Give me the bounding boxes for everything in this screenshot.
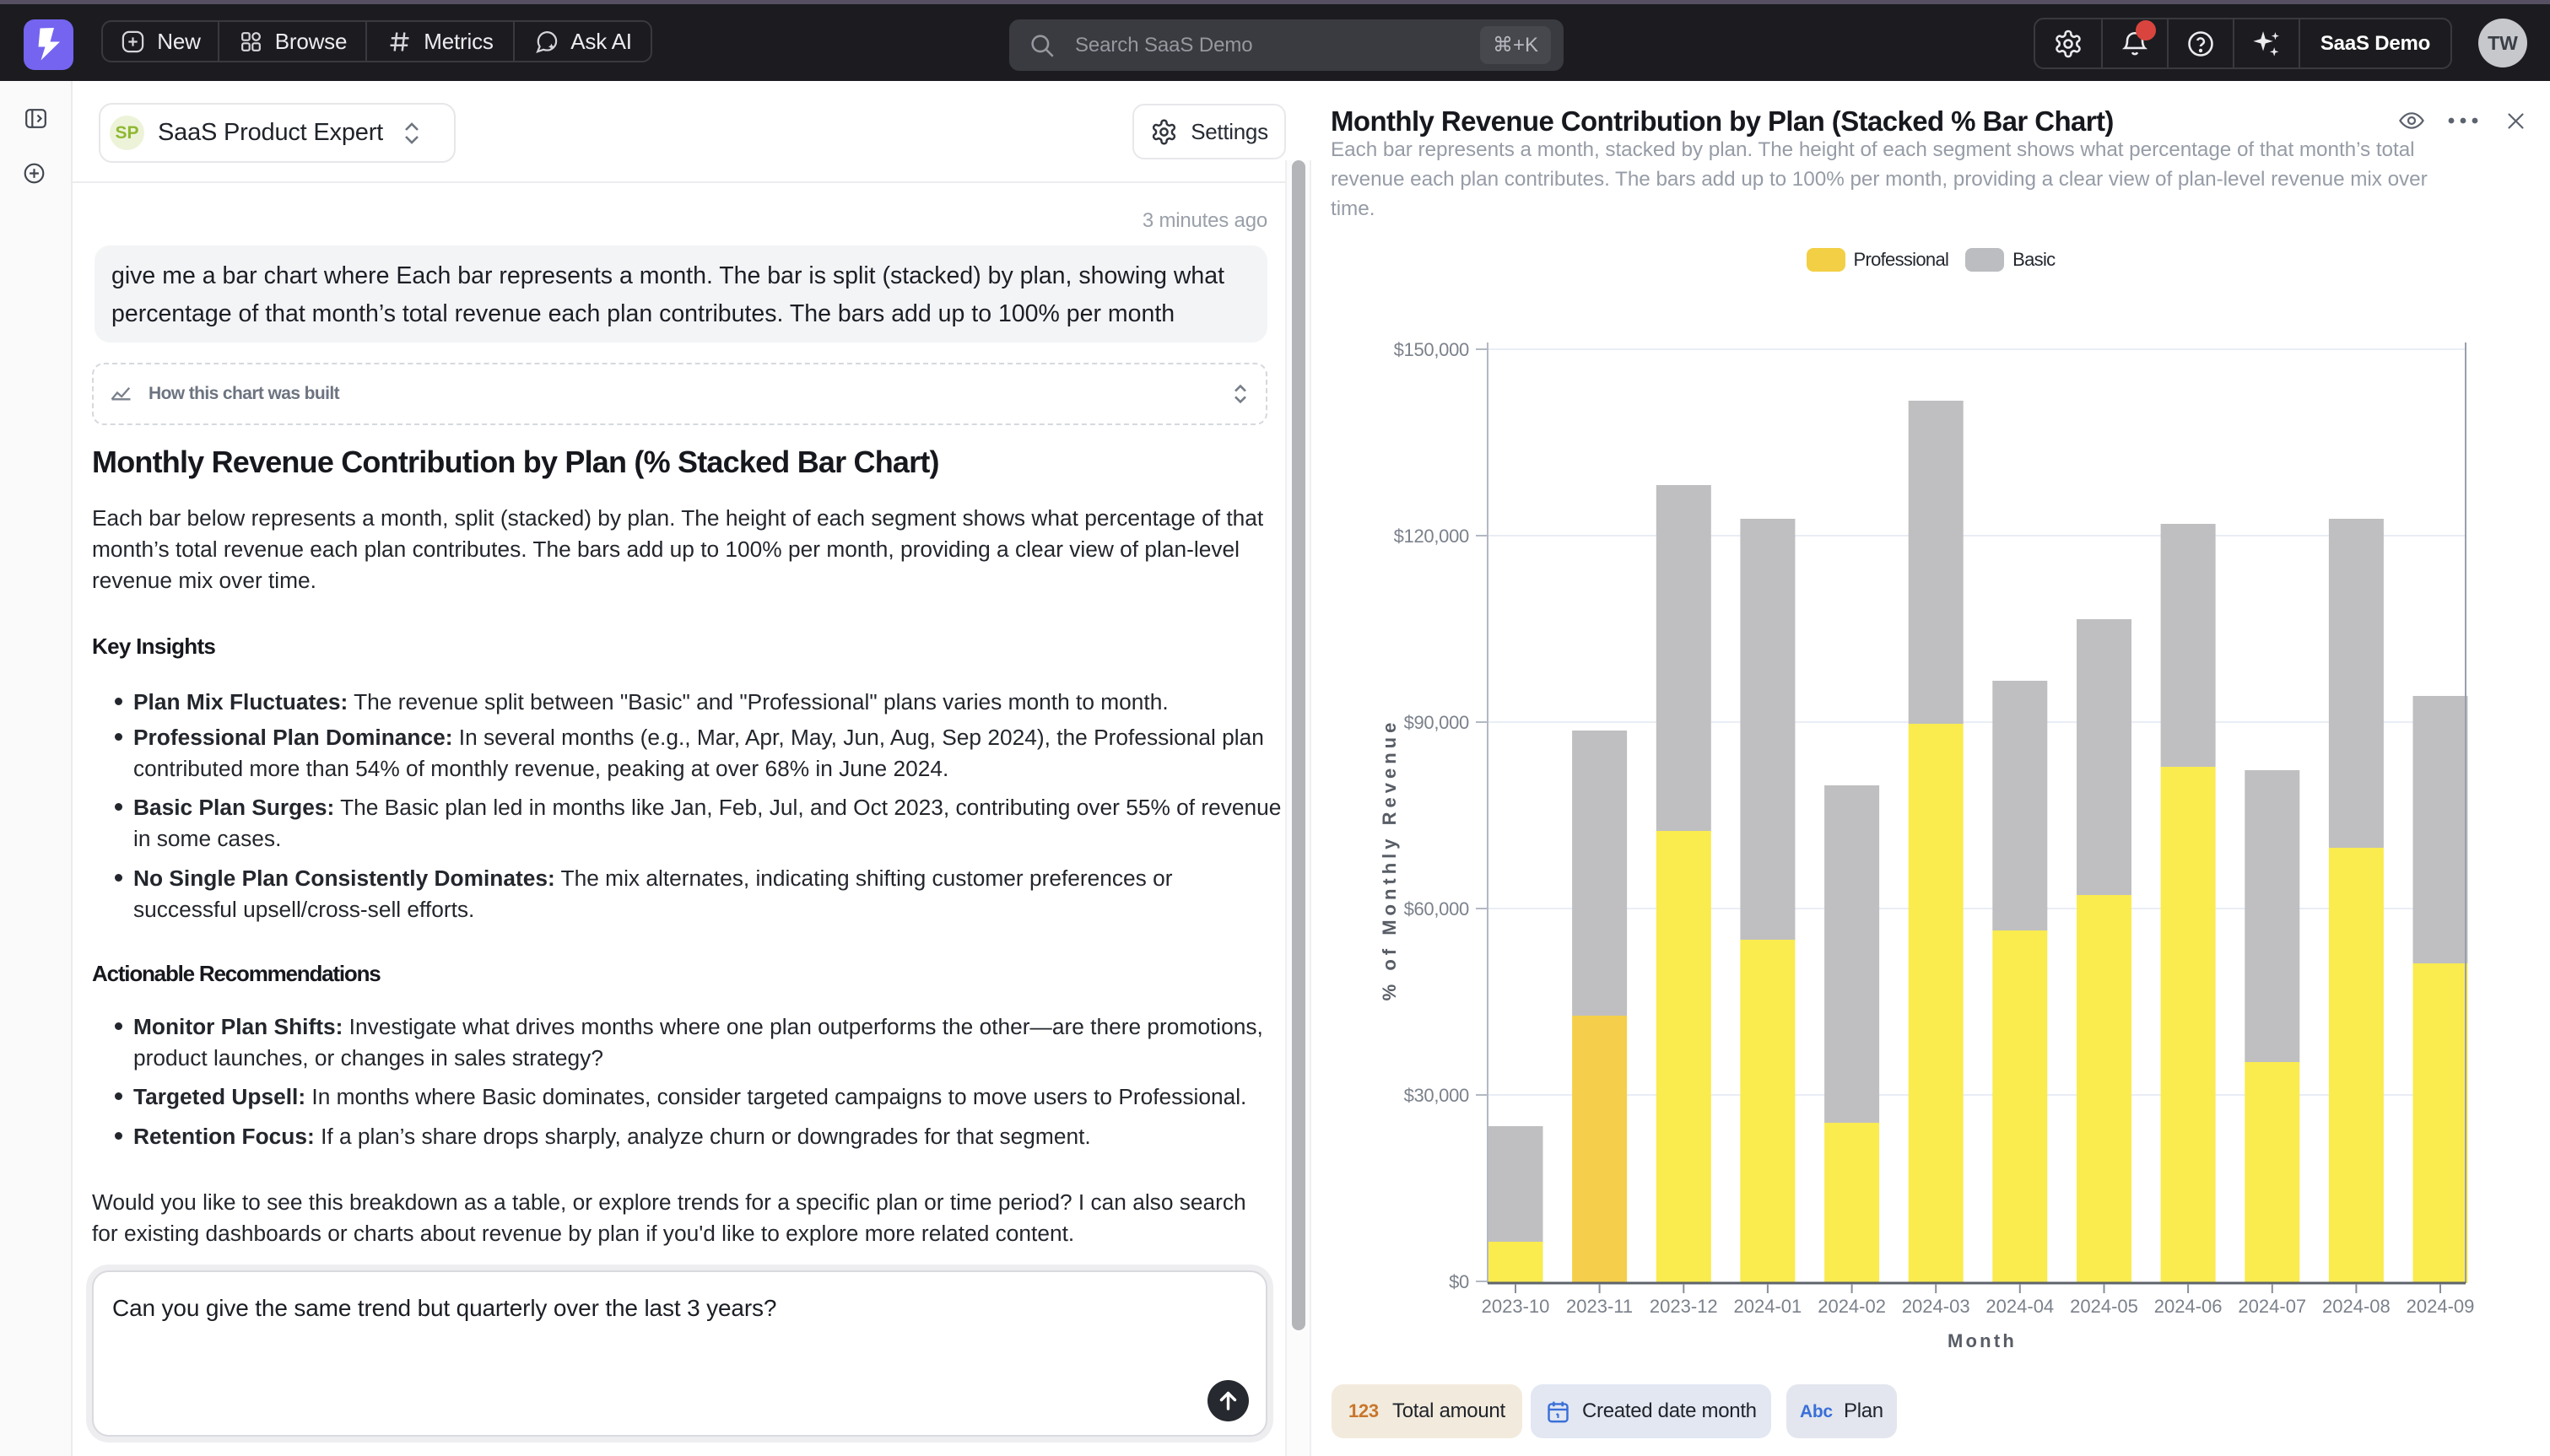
svg-text:2024-07: 2024-07 — [2238, 1296, 2306, 1317]
svg-text:$90,000: $90,000 — [1404, 712, 1469, 733]
svg-text:$0: $0 — [1449, 1271, 1469, 1292]
svg-text:123: 123 — [1348, 1401, 1379, 1421]
svg-text:2024-03: 2024-03 — [1902, 1296, 1970, 1317]
svg-text:2023-12: 2023-12 — [1650, 1296, 1718, 1317]
svg-text:Month: Month — [1948, 1330, 2017, 1351]
svg-text:$60,000: $60,000 — [1404, 898, 1469, 919]
svg-text:Abc: Abc — [1800, 1402, 1833, 1421]
svg-text:2024-05: 2024-05 — [2070, 1296, 2138, 1317]
svg-text:2024-02: 2024-02 — [1818, 1296, 1886, 1317]
svg-text:2023-11: 2023-11 — [1566, 1296, 1633, 1317]
svg-text:% of Monthly Revenue: % of Monthly Revenue — [1379, 719, 1400, 1001]
svg-text:$120,000: $120,000 — [1394, 526, 1469, 547]
svg-text:2024-06: 2024-06 — [2154, 1296, 2223, 1317]
svg-text:2024-09: 2024-09 — [2407, 1296, 2475, 1317]
svg-text:2023-10: 2023-10 — [1482, 1296, 1550, 1317]
svg-text:2024-04: 2024-04 — [1985, 1296, 2054, 1317]
svg-text:2024-01: 2024-01 — [1734, 1296, 1802, 1317]
svg-text:2024-08: 2024-08 — [2322, 1296, 2391, 1317]
svg-text:$150,000: $150,000 — [1394, 339, 1469, 360]
svg-text:$30,000: $30,000 — [1404, 1085, 1469, 1106]
